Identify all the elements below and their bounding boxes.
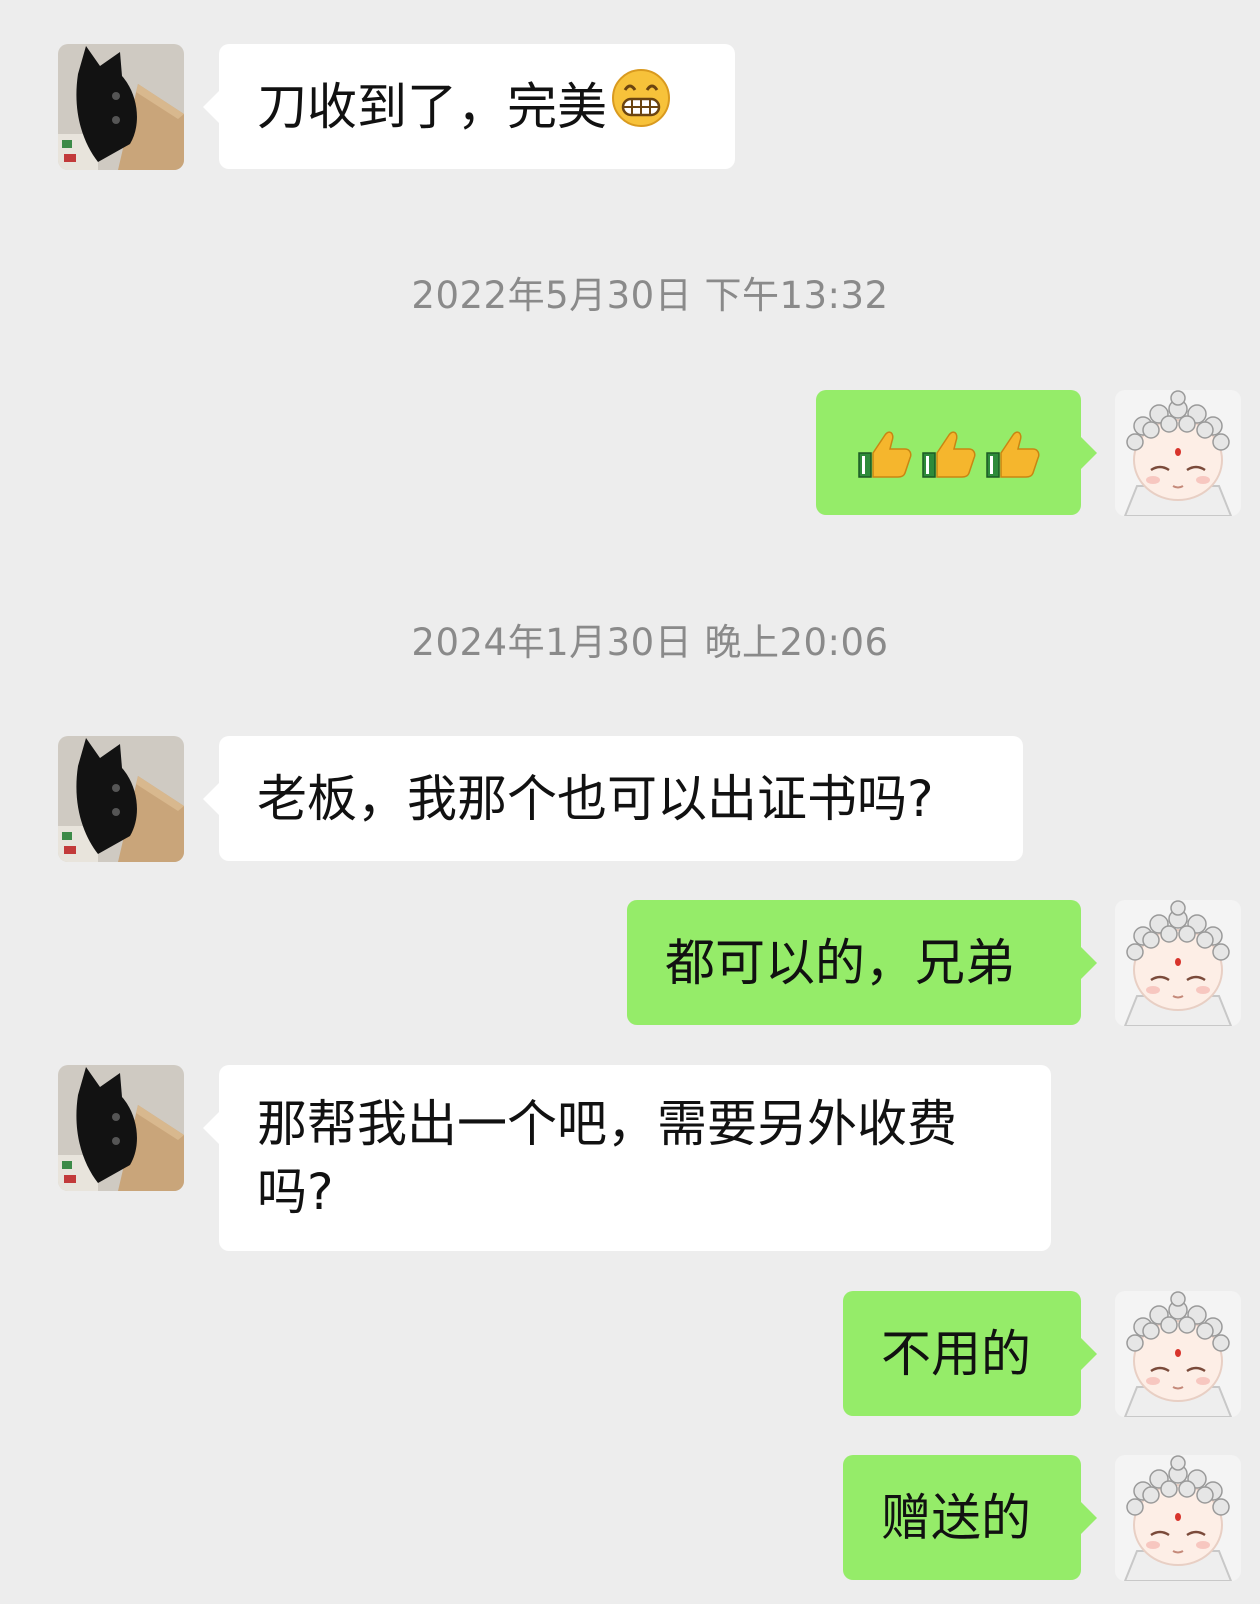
thumbs-up-icon (921, 430, 976, 478)
buddha-avatar-icon (1115, 390, 1241, 516)
incoming-message-bubble[interactable]: 刀收到了，完美 (203, 44, 735, 169)
contact-avatar[interactable] (58, 736, 184, 862)
contact-avatar[interactable] (58, 44, 184, 170)
self-avatar[interactable] (1115, 900, 1241, 1026)
thumbs-up-group (857, 425, 1041, 481)
black-cat-avatar-icon (58, 736, 184, 862)
outgoing-message-bubble[interactable]: 赠送的 (843, 1455, 1097, 1580)
incoming-message-bubble[interactable]: 老板，我那个也可以出证书吗? (203, 736, 1023, 861)
black-cat-avatar-icon (58, 1065, 184, 1191)
buddha-avatar-icon (1115, 900, 1241, 1026)
thumbs-up-icon (857, 430, 912, 478)
incoming-message-bubble[interactable]: 那帮我出一个吧，需要另外收费 吗? (203, 1065, 1051, 1251)
grinning-face-icon (611, 68, 671, 145)
buddha-avatar-icon (1115, 1455, 1241, 1581)
outgoing-message-bubble[interactable]: 不用的 (843, 1291, 1097, 1416)
message-text: 老板，我那个也可以出证书吗? (257, 769, 934, 828)
outgoing-message-bubble[interactable]: 都可以的，兄弟 (627, 900, 1097, 1025)
message-text: 都可以的，兄弟 (665, 933, 1015, 992)
self-avatar[interactable] (1115, 390, 1241, 516)
contact-avatar[interactable] (58, 1065, 184, 1191)
self-avatar[interactable] (1115, 1455, 1241, 1581)
message-text: 不用的 (881, 1324, 1031, 1383)
buddha-avatar-icon (1115, 1291, 1241, 1417)
self-avatar[interactable] (1115, 1291, 1241, 1417)
chat-timestamp: 2022年5月30日 下午13:32 (411, 274, 889, 317)
black-cat-avatar-icon (58, 44, 184, 170)
outgoing-message-bubble[interactable] (816, 390, 1097, 515)
message-text: 刀收到了，完美 (257, 77, 607, 136)
thumbs-up-icon (985, 430, 1040, 478)
message-text: 那帮我出一个吧，需要另外收费 吗? (257, 1095, 957, 1221)
message-text: 赠送的 (881, 1488, 1031, 1547)
chat-timestamp: 2024年1月30日 晚上20:06 (411, 621, 889, 664)
